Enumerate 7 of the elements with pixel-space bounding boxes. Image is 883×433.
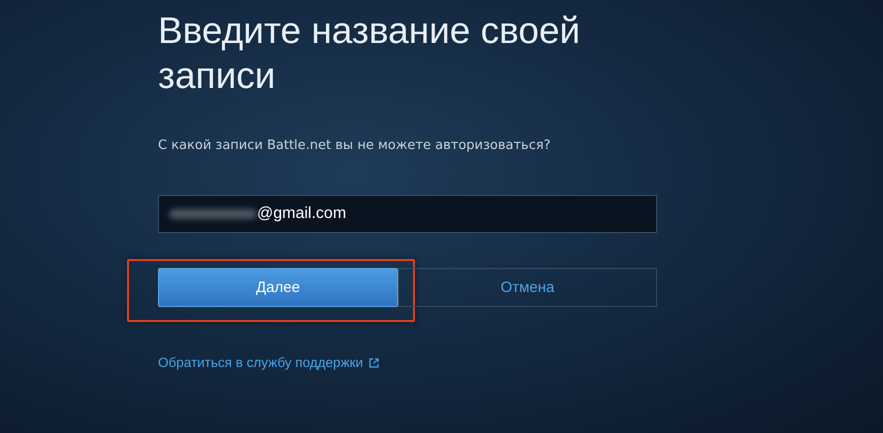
external-link-icon — [369, 358, 380, 368]
next-button[interactable]: Далее — [158, 268, 398, 307]
account-field[interactable]: @gmail.com — [158, 195, 657, 233]
cancel-button[interactable]: Отмена — [398, 268, 657, 307]
prompt-text: С какой записи Battle.net вы не можете авторизоваться? — [158, 138, 552, 153]
support-link[interactable]: Обратиться в службу поддержки — [158, 355, 364, 370]
page-heading: Введите название своей записи — [158, 9, 582, 98]
